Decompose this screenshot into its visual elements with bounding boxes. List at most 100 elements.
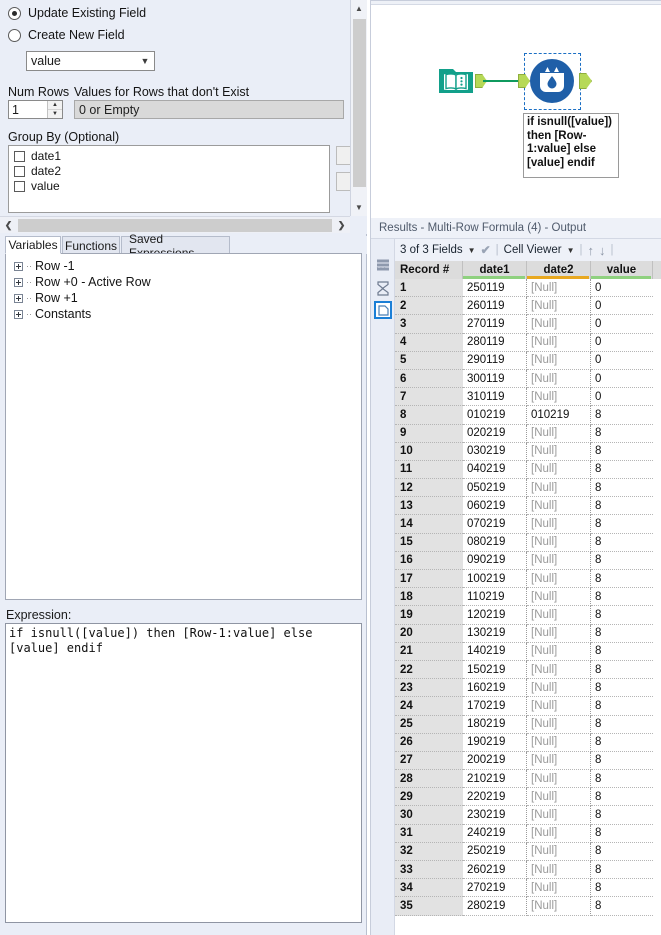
cell-date2[interactable]: [Null]	[527, 334, 591, 352]
table-row[interactable]: 33260219[Null]8	[395, 861, 661, 879]
scroll-thumb[interactable]	[18, 219, 332, 232]
cell-date2[interactable]: [Null]	[527, 770, 591, 788]
cell-date1[interactable]: 090219	[463, 552, 527, 570]
cell-date1[interactable]: 120219	[463, 606, 527, 624]
cell-value[interactable]: 8	[591, 497, 653, 515]
cell-value[interactable]: 8	[591, 570, 653, 588]
cell-date2[interactable]: [Null]	[527, 734, 591, 752]
table-row[interactable]: 9020219[Null]8	[395, 425, 661, 443]
scroll-up-icon[interactable]: ▲	[351, 0, 367, 17]
num-rows-stepper[interactable]: 1 ▲ ▼	[8, 100, 63, 119]
cell-value[interactable]: 8	[591, 552, 653, 570]
cell-date2[interactable]: [Null]	[527, 643, 591, 661]
stepper-up-icon[interactable]: ▲	[48, 101, 62, 110]
cell-date1[interactable]: 060219	[463, 497, 527, 515]
scroll-thumb[interactable]	[353, 19, 366, 187]
table-row[interactable]: 26190219[Null]8	[395, 734, 661, 752]
cell-date1[interactable]: 110219	[463, 588, 527, 606]
column-header-date2[interactable]: date2	[527, 261, 591, 279]
table-row[interactable]: 24170219[Null]8	[395, 697, 661, 715]
cell-date1[interactable]: 020219	[463, 425, 527, 443]
cell-record[interactable]: 22	[395, 661, 463, 679]
cell-value[interactable]: 8	[591, 716, 653, 734]
cell-date2[interactable]: 010219	[527, 406, 591, 424]
radio-update-existing-field[interactable]: Update Existing Field	[8, 6, 146, 20]
tree-node-row-minus-1[interactable]: ·· Row -1	[6, 258, 361, 274]
cell-record[interactable]: 34	[395, 879, 463, 897]
cell-date1[interactable]: 040219	[463, 461, 527, 479]
cell-date1[interactable]: 260219	[463, 861, 527, 879]
table-row[interactable]: 22150219[Null]8	[395, 661, 661, 679]
cell-date2[interactable]: [Null]	[527, 315, 591, 333]
cell-record[interactable]: 10	[395, 443, 463, 461]
tree-node-row-plus-0[interactable]: ·· Row +0 - Active Row	[6, 274, 361, 290]
expression-editor[interactable]: if isnull([value]) then [Row-1:value] el…	[5, 623, 362, 923]
cell-date2[interactable]: [Null]	[527, 897, 591, 915]
cell-value[interactable]: 8	[591, 752, 653, 770]
cell-record[interactable]: 3	[395, 315, 463, 333]
cell-date1[interactable]: 150219	[463, 661, 527, 679]
cell-date1[interactable]: 290119	[463, 352, 527, 370]
cell-date2[interactable]: [Null]	[527, 279, 591, 297]
cell-record[interactable]: 5	[395, 352, 463, 370]
field-select-dropdown[interactable]: value ▼	[26, 51, 155, 71]
cell-value[interactable]: 0	[591, 279, 653, 297]
cell-date1[interactable]: 270219	[463, 879, 527, 897]
table-row[interactable]: 16090219[Null]8	[395, 552, 661, 570]
cell-value[interactable]: 8	[591, 897, 653, 915]
cell-date1[interactable]: 280219	[463, 897, 527, 915]
cell-value[interactable]: 0	[591, 297, 653, 315]
table-row[interactable]: 7310119[Null]0	[395, 388, 661, 406]
cell-date2[interactable]: [Null]	[527, 497, 591, 515]
cell-date2[interactable]: [Null]	[527, 879, 591, 897]
cell-date1[interactable]: 220219	[463, 788, 527, 806]
tab-variables[interactable]: Variables	[5, 236, 61, 254]
cell-record[interactable]: 14	[395, 515, 463, 533]
sigma-profile-icon[interactable]	[374, 279, 392, 297]
list-item[interactable]: date2	[9, 164, 329, 179]
cell-date1[interactable]: 180219	[463, 716, 527, 734]
table-row[interactable]: 13060219[Null]8	[395, 497, 661, 515]
cell-date1[interactable]: 270119	[463, 315, 527, 333]
cell-date2[interactable]: [Null]	[527, 843, 591, 861]
expand-icon[interactable]	[14, 294, 23, 303]
cell-record[interactable]: 27	[395, 752, 463, 770]
checkbox-icon[interactable]	[14, 151, 25, 162]
cell-date2[interactable]: [Null]	[527, 788, 591, 806]
cell-value[interactable]: 8	[591, 425, 653, 443]
cell-date1[interactable]: 230219	[463, 806, 527, 824]
tree-node-row-plus-1[interactable]: ·· Row +1	[6, 290, 361, 306]
tab-functions[interactable]: Functions	[62, 236, 120, 254]
cell-date2[interactable]: [Null]	[527, 297, 591, 315]
cell-date2[interactable]: [Null]	[527, 552, 591, 570]
table-row[interactable]: 18110219[Null]8	[395, 588, 661, 606]
cell-value[interactable]: 0	[591, 334, 653, 352]
cell-date2[interactable]: [Null]	[527, 425, 591, 443]
cell-record[interactable]: 7	[395, 388, 463, 406]
cell-date1[interactable]: 070219	[463, 515, 527, 533]
checkbox-icon[interactable]	[14, 181, 25, 192]
table-row[interactable]: 32250219[Null]8	[395, 843, 661, 861]
checkbox-icon[interactable]	[14, 166, 25, 177]
cell-date1[interactable]: 190219	[463, 734, 527, 752]
cell-date1[interactable]: 200219	[463, 752, 527, 770]
cell-date2[interactable]: [Null]	[527, 461, 591, 479]
cell-date1[interactable]: 140219	[463, 643, 527, 661]
config-vertical-scrollbar[interactable]: ▲ ▼	[350, 0, 367, 216]
cell-record[interactable]: 9	[395, 425, 463, 443]
cell-value[interactable]: 8	[591, 788, 653, 806]
table-row[interactable]: 20130219[Null]8	[395, 625, 661, 643]
cell-date2[interactable]: [Null]	[527, 625, 591, 643]
values-missing-field[interactable]: 0 or Empty	[74, 100, 344, 119]
cell-value[interactable]: 0	[591, 388, 653, 406]
cell-date2[interactable]: [Null]	[527, 679, 591, 697]
cell-value[interactable]: 8	[591, 679, 653, 697]
cell-record[interactable]: 26	[395, 734, 463, 752]
multi-row-formula-node[interactable]	[527, 56, 577, 106]
cell-record[interactable]: 32	[395, 843, 463, 861]
cell-record[interactable]: 13	[395, 497, 463, 515]
cell-date1[interactable]: 240219	[463, 825, 527, 843]
table-row[interactable]: 23160219[Null]8	[395, 679, 661, 697]
cell-value[interactable]: 8	[591, 625, 653, 643]
input-data-node[interactable]	[436, 61, 476, 101]
